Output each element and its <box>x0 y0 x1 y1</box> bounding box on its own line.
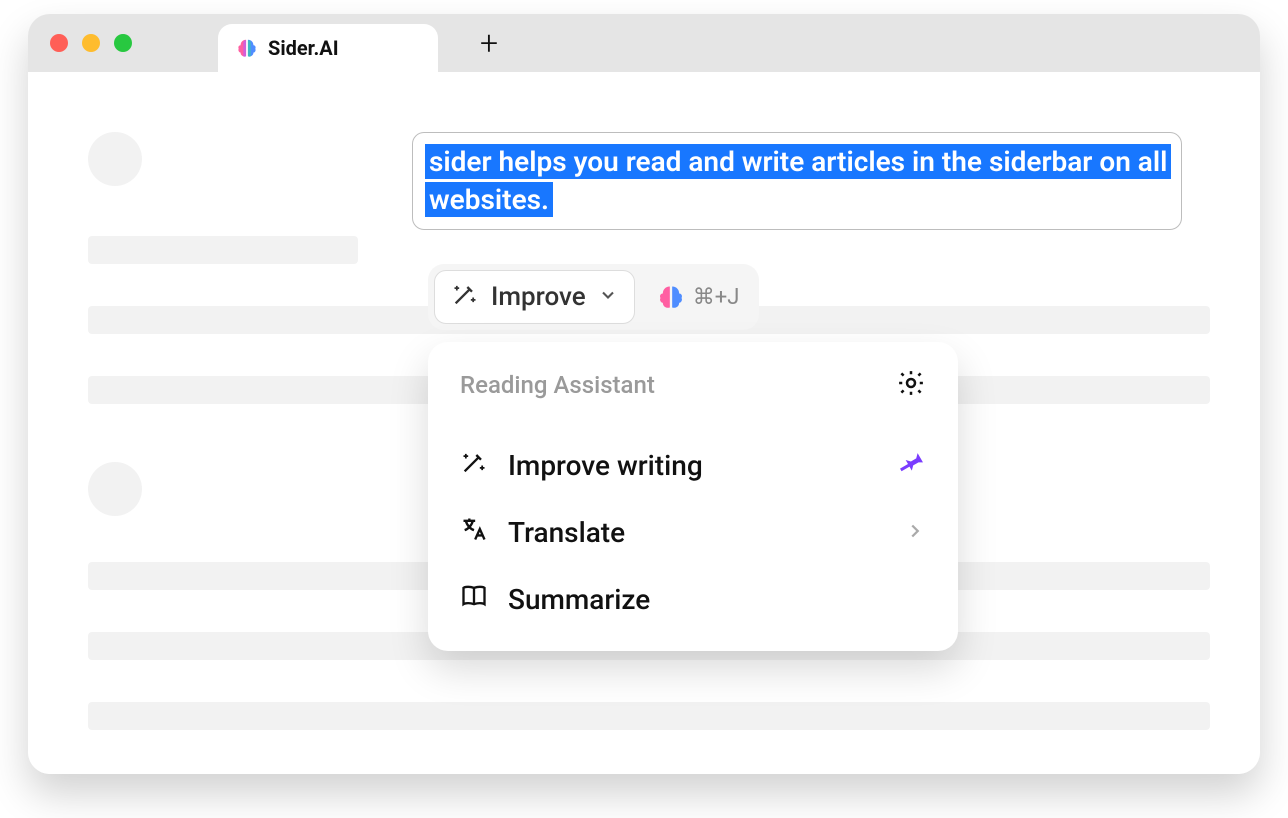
selected-text: sider helps you read and write articles … <box>425 144 1171 217</box>
shortcut-chip[interactable]: ⌘+J <box>643 270 754 324</box>
skeleton-bar <box>88 236 358 264</box>
translate-icon <box>460 515 488 550</box>
minimize-window-button[interactable] <box>82 34 100 52</box>
menu-item-translate[interactable]: Translate <box>460 499 926 566</box>
wand-icon <box>460 448 488 483</box>
selected-text-box[interactable]: sider helps you read and write articles … <box>412 132 1182 230</box>
skeleton-bar <box>88 702 1210 730</box>
inline-action-bar: Improve ⌘+J <box>428 264 759 330</box>
gear-icon[interactable] <box>896 368 926 402</box>
reading-assistant-popup: Reading Assistant Improve writin <box>428 342 958 651</box>
close-window-button[interactable] <box>50 34 68 52</box>
wand-icon <box>451 280 479 315</box>
popup-title: Reading Assistant <box>460 371 655 399</box>
browser-tab[interactable]: Sider.AI <box>218 24 438 72</box>
menu-item-summarize[interactable]: Summarize <box>460 566 926 633</box>
skeleton-avatar <box>88 132 142 186</box>
new-tab-button[interactable]: + <box>480 27 498 59</box>
improve-dropdown-button[interactable]: Improve <box>434 270 635 324</box>
skeleton-left <box>88 132 378 264</box>
menu-item-improve-writing[interactable]: Improve writing <box>460 432 926 499</box>
chevron-down-icon <box>598 282 618 312</box>
skeleton-avatar <box>88 462 142 516</box>
tab-title: Sider.AI <box>268 36 339 60</box>
menu-item-label: Improve writing <box>508 449 703 482</box>
menu-item-label: Translate <box>508 516 625 549</box>
page-content: sider helps you read and write articles … <box>28 72 1260 774</box>
shortcut-label: ⌘+J <box>693 285 740 310</box>
window-controls <box>50 34 132 52</box>
pin-icon[interactable] <box>900 449 926 482</box>
chevron-right-icon <box>904 516 926 549</box>
improve-label: Improve <box>491 282 586 312</box>
book-icon <box>460 582 488 617</box>
sider-brain-icon <box>657 283 685 311</box>
titlebar: Sider.AI + <box>28 14 1260 72</box>
sider-brain-icon <box>236 37 258 59</box>
maximize-window-button[interactable] <box>114 34 132 52</box>
browser-window: Sider.AI + sider helps you read and writ… <box>28 14 1260 774</box>
menu-item-label: Summarize <box>508 583 650 616</box>
